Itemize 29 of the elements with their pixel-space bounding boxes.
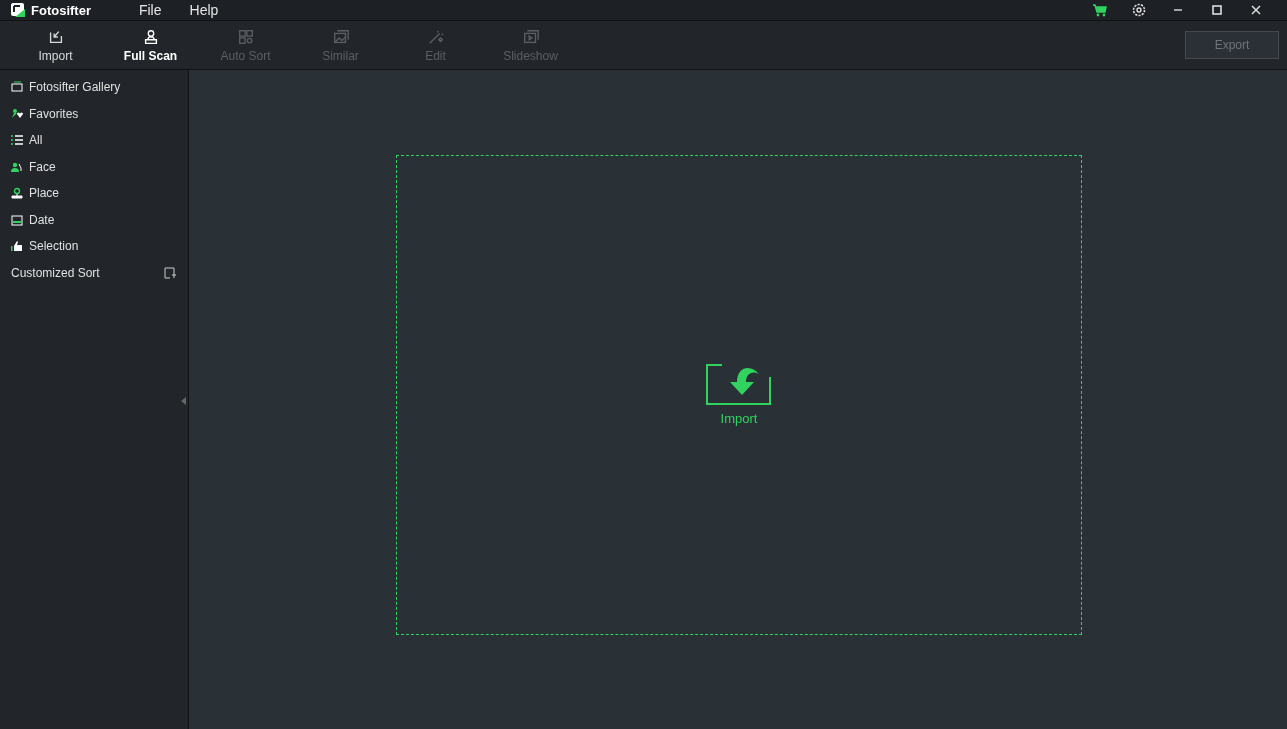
maximize-icon[interactable] xyxy=(1209,2,1225,18)
pictures-icon xyxy=(331,27,350,46)
people-icon xyxy=(11,160,23,173)
play-slides-icon xyxy=(521,27,540,46)
sidebar-item[interactable]: Favorites xyxy=(0,100,188,127)
sidebar-item[interactable]: Selection xyxy=(0,233,188,260)
person-heart-icon xyxy=(11,107,23,120)
import-button[interactable]: Import xyxy=(700,363,778,427)
collapse-icon[interactable] xyxy=(181,397,187,405)
thumbs-up-icon xyxy=(11,240,23,253)
toolbar-button[interactable]: Full Scan xyxy=(103,27,198,63)
calendar-icon xyxy=(11,213,23,226)
cart-icon[interactable] xyxy=(1092,2,1108,18)
section-title: Customized Sort xyxy=(11,265,100,280)
sidebar-item[interactable]: Place xyxy=(0,180,188,207)
list-icon xyxy=(11,134,23,147)
app-name: Fotosifter xyxy=(31,2,91,18)
sidebar-item[interactable]: Date xyxy=(0,206,188,233)
sidebar-item[interactable]: Face xyxy=(0,153,188,180)
add-icon[interactable] xyxy=(164,266,176,279)
sidebar-item[interactable]: All xyxy=(0,127,188,154)
location-pin-icon xyxy=(11,187,23,200)
menu-item[interactable]: File xyxy=(124,2,176,18)
menu-item[interactable]: Help xyxy=(175,2,233,18)
toolbar-button[interactable]: Import xyxy=(8,27,103,63)
settings-icon[interactable] xyxy=(1131,2,1147,18)
grid-search-icon xyxy=(236,27,255,46)
drop-zone[interactable]: Import xyxy=(396,155,1082,635)
sidebar-item[interactable]: Fotosifter Gallery xyxy=(0,74,188,101)
